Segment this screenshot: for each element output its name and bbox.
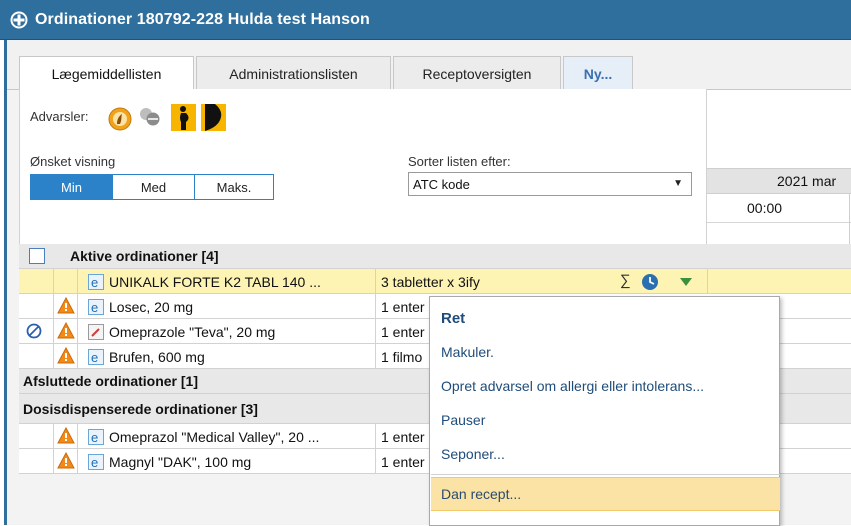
column-divider [53, 319, 54, 344]
tab-label: Receptoversigten [422, 65, 532, 82]
warnings-label: Advarsler: [30, 109, 89, 124]
svg-text:e: e [91, 455, 98, 470]
tab-label: Lægemiddellisten [51, 66, 162, 82]
column-divider [77, 319, 78, 344]
tab-laegemiddellisten[interactable]: Lægemiddellisten [19, 56, 194, 91]
column-divider [53, 269, 54, 294]
column-divider [375, 294, 376, 319]
table-row[interactable]: e UNIKALK FORTE K2 TABL 140 ... 3 tablet… [19, 269, 851, 294]
select-all-checkbox[interactable] [29, 248, 45, 264]
clock-icon[interactable] [641, 273, 659, 291]
dosage: 1 filmo [381, 349, 423, 365]
column-divider [77, 344, 78, 369]
group-title: Dosisdispenserede ordinationer [3] [23, 401, 258, 417]
prohibited-icon [26, 323, 42, 339]
drug-name: Losec, 20 mg [109, 299, 194, 315]
window-title: Ordinationer 180792-228 Hulda test Hanso… [35, 10, 370, 28]
svg-text:e: e [91, 350, 98, 365]
drug-name: UNIKALK FORTE K2 TABL 140 ... [109, 274, 321, 290]
view-option-maks[interactable]: Maks. [195, 175, 273, 199]
filter-panel: Advarsler: Ønsket visning Min Med Maks. … [19, 89, 707, 244]
tab-label: Administrationslisten [229, 65, 358, 82]
sum-icon: ∑ [620, 272, 631, 289]
sort-label: Sorter listen efter: [408, 154, 511, 169]
svg-text:e: e [91, 300, 98, 315]
column-divider [77, 449, 78, 474]
electronic-prescription-icon: e [88, 349, 104, 365]
warning-triangle-icon [57, 347, 75, 364]
column-divider [77, 424, 78, 449]
timeline-header: 2021 mar [707, 168, 851, 194]
svg-text:e: e [91, 430, 98, 445]
warning-triangle-icon [57, 427, 75, 444]
menu-item-seponer[interactable]: Seponer... [431, 437, 780, 471]
column-divider [53, 424, 54, 449]
drug-name: Magnyl "DAK", 100 mg [109, 454, 252, 470]
drug-name: Brufen, 600 mg [109, 349, 205, 365]
column-divider [77, 269, 78, 294]
column-divider [375, 424, 376, 449]
tab-new[interactable]: Ny... [563, 56, 633, 90]
interaction-pills-icon[interactable] [138, 105, 162, 129]
sort-select-value: ATC kode [413, 176, 470, 192]
svg-text:e: e [91, 275, 98, 290]
dosage: 1 enter [381, 324, 425, 340]
menu-item-opret-advarsel[interactable]: Opret advarsel om allergi eller intolera… [431, 369, 780, 403]
column-divider [53, 294, 54, 319]
tab-administrationslisten[interactable]: Administrationslisten [196, 56, 391, 90]
menu-item-dan-recept[interactable]: Dan recept... [431, 477, 780, 511]
warning-triangle-icon [57, 452, 75, 469]
group-title: Aktive ordinationer [4] [70, 248, 219, 264]
menu-item-ret[interactable]: Ret [431, 301, 780, 335]
dosage: 1 enter [381, 299, 425, 315]
allergy-warning-icon[interactable] [108, 107, 132, 131]
view-option-med[interactable]: Med [113, 175, 195, 199]
group-title: Afsluttede ordinationer [1] [23, 373, 199, 389]
electronic-prescription-icon: e [88, 454, 104, 470]
drug-name: Omeprazole "Teva", 20 mg [109, 324, 276, 340]
electronic-prescription-icon: e [88, 429, 104, 445]
paper-prescription-icon [88, 324, 104, 340]
dosage: 1 enter [381, 454, 425, 470]
app-logo-icon [10, 11, 28, 28]
sort-select[interactable]: ATC kode ▼ [408, 172, 692, 196]
view-label: Ønsket visning [30, 154, 116, 169]
column-divider [77, 294, 78, 319]
menu-item-makuler[interactable]: Makuler. [431, 335, 780, 369]
column-divider [375, 449, 376, 474]
column-divider [53, 344, 54, 369]
warning-triangle-icon [57, 297, 75, 314]
timeline-time: 00:00 [747, 200, 783, 216]
column-divider [707, 269, 708, 294]
pregnancy-warning-icon[interactable] [171, 104, 196, 131]
timeline-tick [849, 194, 850, 244]
tab-label: Ny... [583, 65, 613, 82]
group-header-active[interactable]: Aktive ordinationer [4] [19, 244, 851, 269]
timeline-divider [707, 222, 851, 223]
menu-item-pauser[interactable]: Pauser [431, 403, 780, 437]
column-divider [375, 344, 376, 369]
chevron-down-icon: ▼ [673, 178, 683, 189]
column-divider [375, 319, 376, 344]
dosage: 3 tabletter x 3ify [381, 274, 480, 290]
tab-strip: Lægemiddellisten Administrationslisten R… [7, 40, 851, 91]
timeline-date: 2021 mar [777, 173, 837, 189]
column-divider [53, 449, 54, 474]
tab-receptoversigten[interactable]: Receptoversigten [393, 56, 561, 90]
warning-triangle-icon [57, 322, 75, 339]
view-option-min[interactable]: Min [31, 175, 113, 199]
column-divider [375, 269, 376, 294]
view-segmented-control: Min Med Maks. [30, 174, 274, 200]
menu-separator [431, 474, 780, 475]
context-menu: Ret Makuler. Opret advarsel om allergi e… [429, 296, 780, 526]
electronic-prescription-icon: e [88, 274, 104, 290]
row-menu-chevron-icon[interactable] [680, 278, 692, 286]
electronic-prescription-icon: e [88, 299, 104, 315]
breastfeeding-warning-icon[interactable] [201, 104, 226, 131]
drug-name: Omeprazol "Medical Valley", 20 ... [109, 429, 320, 445]
dosage: 1 enter [381, 429, 425, 445]
timeline-area [707, 90, 851, 244]
title-bar: Ordinationer 180792-228 Hulda test Hanso… [0, 0, 851, 40]
